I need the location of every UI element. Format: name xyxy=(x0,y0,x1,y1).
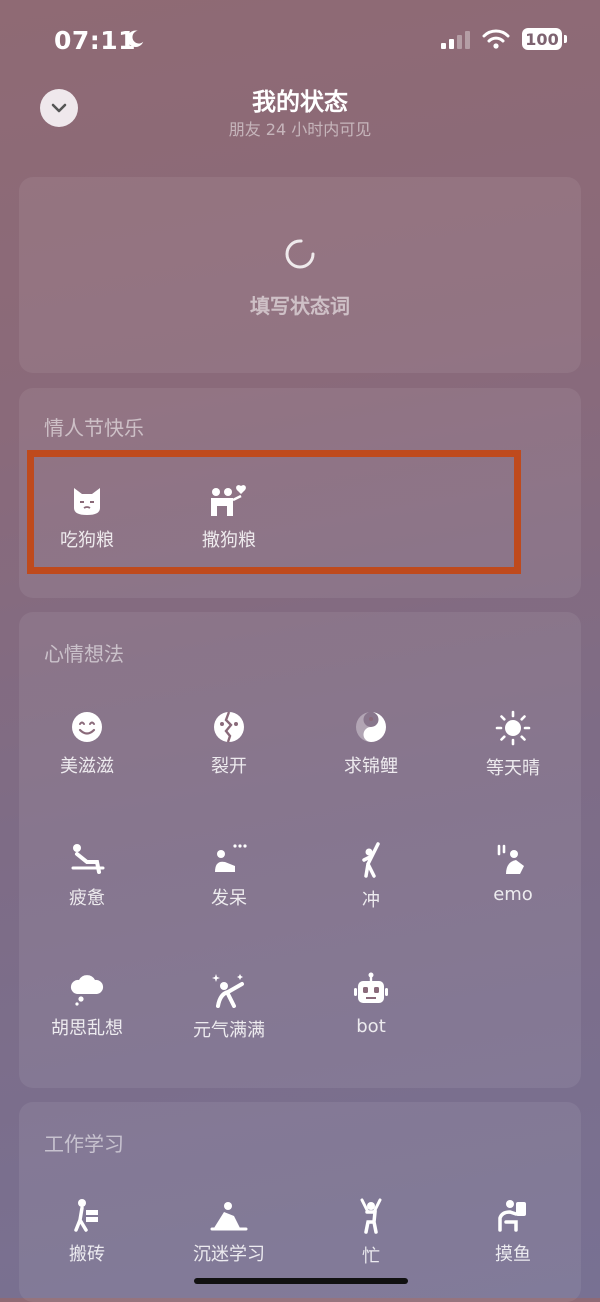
energetic-person-icon xyxy=(212,974,244,1008)
thought-cloud-icon xyxy=(70,975,104,1006)
cracked-face-icon xyxy=(214,711,244,743)
status-item-label: 摸鱼 xyxy=(495,1244,531,1265)
sad-person-icon xyxy=(497,844,524,874)
status-item-label: 等天晴 xyxy=(486,758,540,779)
loading-spinner-icon xyxy=(285,239,315,269)
status-item-label: 忙 xyxy=(362,1246,380,1267)
status-item-slacking[interactable]: 摸鱼 xyxy=(442,1198,584,1298)
status-input-placeholder[interactable]: 填写状态词 xyxy=(0,290,600,319)
section-title-work: 工作学习 xyxy=(44,1132,124,1156)
status-item-happy[interactable]: 美滋滋 xyxy=(16,710,158,810)
status-item-label: 裂开 xyxy=(211,756,247,777)
highlight-annotation-box xyxy=(27,450,521,574)
home-indicator[interactable] xyxy=(194,1278,408,1284)
status-item-daze[interactable]: 发呆 xyxy=(158,842,300,942)
status-item-charge[interactable]: 冲 xyxy=(300,842,442,942)
slacking-icon xyxy=(498,1200,526,1232)
battery-icon: 100 xyxy=(522,28,567,50)
smile-icon xyxy=(72,712,102,742)
status-item-cracked[interactable]: 裂开 xyxy=(158,710,300,810)
moon-icon xyxy=(127,30,144,47)
status-item-label: 求锦鲤 xyxy=(344,756,398,777)
status-item-label: 胡思乱想 xyxy=(51,1018,123,1039)
header: 我的状态 朋友 24 小时内可见 xyxy=(0,78,600,148)
wifi-icon xyxy=(482,29,510,49)
busy-person-icon xyxy=(360,1198,382,1234)
study-icon xyxy=(210,1202,248,1231)
status-item-label: 元气满满 xyxy=(193,1020,265,1041)
status-item-label: 发呆 xyxy=(211,888,247,909)
page-title: 我的状态 xyxy=(252,88,348,116)
cellular-signal-icon xyxy=(441,29,470,49)
section-title-valentine: 情人节快乐 xyxy=(44,416,144,440)
status-item-label: 冲 xyxy=(362,890,380,911)
status-item-bot[interactable]: bot xyxy=(300,972,442,1072)
status-item-label: 沉迷学习 xyxy=(193,1244,265,1265)
status-item-label: bot xyxy=(356,1016,386,1037)
status-item-label: 搬砖 xyxy=(69,1244,105,1265)
status-item-tired[interactable]: 疲惫 xyxy=(16,842,158,942)
status-input-card[interactable] xyxy=(19,177,581,373)
sun-icon xyxy=(495,710,531,746)
status-item-emo[interactable]: emo xyxy=(442,842,584,942)
status-item-label: emo xyxy=(493,884,533,905)
status-item-sunny[interactable]: 等天晴 xyxy=(442,710,584,810)
brick-carrier-icon xyxy=(74,1199,98,1232)
section-title-mood: 心情想法 xyxy=(44,642,124,666)
status-bar: 07:11 100 xyxy=(0,0,600,80)
robot-icon xyxy=(354,972,388,1003)
page-subtitle: 朋友 24 小时内可见 xyxy=(228,120,372,139)
status-item-overthinking[interactable]: 胡思乱想 xyxy=(16,972,158,1072)
battery-level: 100 xyxy=(525,29,559,49)
status-item-koi[interactable]: 求锦鲤 xyxy=(300,710,442,810)
tired-person-icon xyxy=(71,844,105,874)
cheer-person-icon xyxy=(362,842,380,878)
status-icons: 100 xyxy=(441,28,567,50)
daze-person-icon xyxy=(215,844,247,872)
status-item-label: 疲惫 xyxy=(69,888,105,909)
status-item-label: 美滋滋 xyxy=(60,756,114,777)
koi-icon xyxy=(356,712,386,742)
status-item-grind[interactable]: 搬砖 xyxy=(16,1198,158,1298)
status-item-energetic[interactable]: 元气满满 xyxy=(158,972,300,1072)
